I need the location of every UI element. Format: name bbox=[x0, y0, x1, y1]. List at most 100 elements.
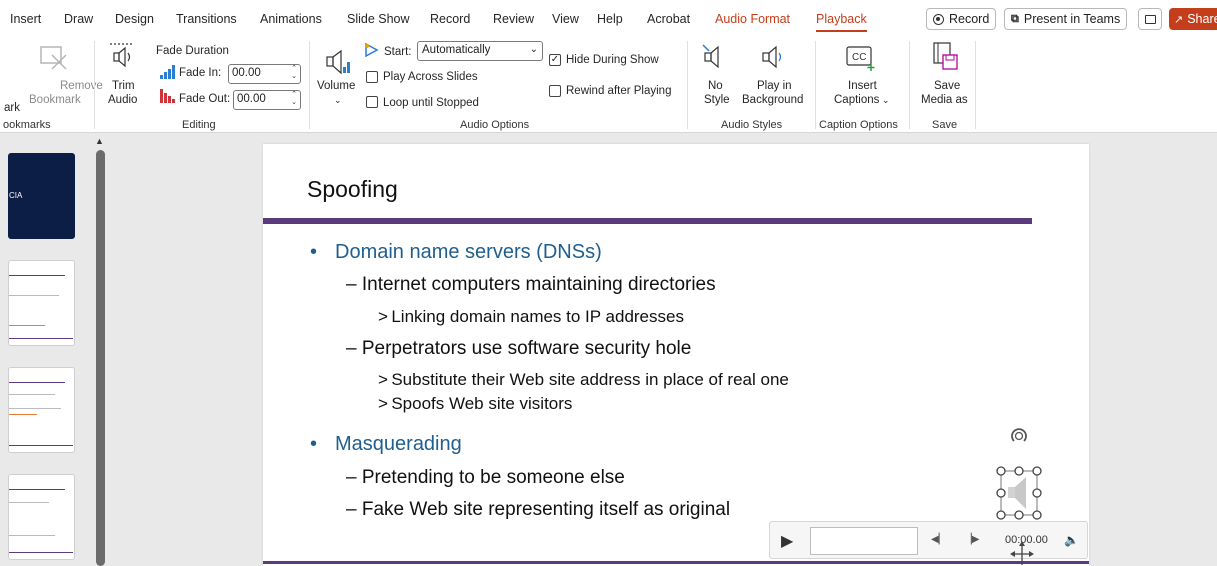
bullet-level-2[interactable]: – Perpetrators use software security hol… bbox=[346, 338, 691, 360]
fade-in-label: Fade In: bbox=[179, 67, 222, 79]
audio-object-selection[interactable] bbox=[993, 427, 1049, 525]
add-bookmark-label[interactable]: ark bbox=[4, 101, 20, 115]
slide-thumbnail[interactable] bbox=[8, 260, 75, 346]
thumbnails-scrollbar[interactable] bbox=[96, 150, 105, 566]
ribbon-tab-row: Insert Draw Design Transitions Animation… bbox=[0, 0, 1217, 37]
no-style-label-1[interactable]: No bbox=[708, 79, 723, 93]
play-across-slides-label[interactable]: Play Across Slides bbox=[383, 70, 478, 84]
hide-during-show-checkbox[interactable]: ✓ bbox=[549, 54, 561, 66]
slide-thumbnail[interactable] bbox=[8, 367, 75, 453]
caption-options-group-label: Caption Options bbox=[819, 119, 898, 131]
bullet-level-1[interactable]: • Domain name servers (DNSs) bbox=[310, 241, 602, 264]
teams-icon: ⧉ bbox=[1011, 12, 1019, 25]
ribbon: ark Remove Bookmark ookmarks Trim Audio … bbox=[0, 37, 1217, 133]
fade-out-icon bbox=[160, 89, 175, 103]
bullet-level-2[interactable]: – Fake Web site representing itself as o… bbox=[346, 499, 730, 521]
record-label: Record bbox=[949, 12, 990, 26]
bullet-level-1[interactable]: • Masquerading bbox=[310, 433, 462, 456]
no-style-label-2[interactable]: Style bbox=[704, 93, 730, 107]
tab-slide-show[interactable]: Slide Show bbox=[347, 12, 410, 26]
insert-captions-label-2[interactable]: Captions bbox=[834, 93, 879, 107]
skip-forward-icon[interactable]: ▕▶ bbox=[964, 534, 979, 545]
tab-record[interactable]: Record bbox=[430, 12, 470, 26]
tab-audio-format[interactable]: Audio Format bbox=[715, 12, 790, 26]
rewind-after-playing-checkbox[interactable] bbox=[549, 85, 561, 97]
tab-transitions[interactable]: Transitions bbox=[176, 12, 237, 26]
start-select[interactable]: Automatically ⌄ bbox=[417, 41, 543, 61]
tab-review[interactable]: Review bbox=[493, 12, 534, 26]
tab-view[interactable]: View bbox=[552, 12, 579, 26]
play-across-slides-checkbox[interactable] bbox=[366, 71, 378, 83]
tab-help[interactable]: Help bbox=[597, 12, 623, 26]
present-in-teams-label: Present in Teams bbox=[1023, 12, 1121, 26]
volume-label[interactable]: Volume bbox=[317, 79, 355, 93]
comment-icon bbox=[1144, 14, 1156, 24]
loop-until-stopped-label[interactable]: Loop until Stopped bbox=[383, 96, 479, 110]
dropdown-chevron-icon: ⌄ bbox=[529, 44, 538, 55]
slide-thumbnail[interactable]: CIA bbox=[8, 153, 75, 239]
audio-volume-icon[interactable]: 🔈 bbox=[1064, 533, 1079, 547]
play-icon[interactable]: ▶ bbox=[781, 531, 793, 551]
trim-audio-label-1[interactable]: Trim bbox=[112, 79, 135, 93]
slide-thumbnails-pane: CIA ▲ bbox=[0, 134, 108, 566]
fade-in-input[interactable]: 00.00 ⌃ ⌄ bbox=[228, 64, 301, 84]
record-button[interactable]: Record bbox=[926, 8, 997, 30]
hide-during-show-label[interactable]: Hide During Show bbox=[566, 53, 659, 67]
play-in-background-label-1[interactable]: Play in bbox=[757, 79, 792, 93]
volume-icon bbox=[326, 49, 350, 75]
bullet-level-2[interactable]: – Internet computers maintaining directo… bbox=[346, 274, 716, 296]
audio-progress-bar[interactable] bbox=[810, 527, 918, 555]
bullet-level-3[interactable]: > Substitute their Web site address in p… bbox=[378, 370, 789, 390]
captions-chevron-icon[interactable]: ⌄ bbox=[882, 93, 890, 107]
share-button[interactable]: ↗ Share bbox=[1169, 8, 1217, 30]
spinner-arrows-icon[interactable]: ⌃ ⌄ bbox=[291, 65, 297, 81]
tab-animations[interactable]: Animations bbox=[260, 12, 322, 26]
remove-bookmark-label-2[interactable]: Bookmark bbox=[29, 93, 81, 107]
slide-thumbnail[interactable] bbox=[8, 474, 75, 560]
fade-out-input[interactable]: 00.00 ⌃ ⌄ bbox=[233, 90, 301, 110]
tab-acrobat[interactable]: Acrobat bbox=[647, 12, 690, 26]
insert-captions-label-1[interactable]: Insert bbox=[848, 79, 877, 93]
remove-bookmark-label-1[interactable]: Remove bbox=[60, 79, 103, 93]
tab-playback[interactable]: Playback bbox=[816, 12, 867, 32]
start-icon bbox=[365, 42, 379, 58]
thumbnail-text: CIA bbox=[9, 191, 23, 200]
bullet-level-3[interactable]: > Linking domain names to IP addresses bbox=[378, 307, 684, 327]
save-media-label-1[interactable]: Save bbox=[934, 79, 960, 93]
present-in-teams-button[interactable]: ⧉ Present in Teams bbox=[1004, 8, 1128, 30]
bullet-marker: • bbox=[310, 433, 318, 455]
tab-draw[interactable]: Draw bbox=[64, 12, 93, 26]
insert-captions-icon: CC bbox=[846, 46, 875, 71]
comments-button[interactable] bbox=[1138, 8, 1162, 30]
volume-chevron-icon[interactable]: ⌄ bbox=[334, 93, 342, 107]
share-label: Share bbox=[1187, 12, 1217, 26]
bullet-level-2[interactable]: – Pretending to be someone else bbox=[346, 467, 625, 489]
tab-design[interactable]: Design bbox=[115, 12, 154, 26]
play-in-background-icon bbox=[762, 45, 782, 69]
remove-bookmark-icon bbox=[40, 46, 67, 70]
fade-in-icon bbox=[160, 65, 175, 79]
slide-title[interactable]: Spoofing bbox=[307, 176, 398, 203]
play-in-background-label-2[interactable]: Background bbox=[742, 93, 803, 107]
fade-out-label: Fade Out: bbox=[179, 93, 231, 105]
trim-audio-label-2[interactable]: Audio bbox=[108, 93, 137, 107]
bullet-text: Domain name servers (DNSs) bbox=[335, 241, 602, 263]
save-media-label-2[interactable]: Media as bbox=[921, 93, 968, 107]
record-icon bbox=[933, 13, 944, 25]
audio-styles-group-label: Audio Styles bbox=[721, 119, 783, 131]
move-handle-icon[interactable] bbox=[1010, 541, 1034, 566]
spinner-arrows-icon[interactable]: ⌃ ⌄ bbox=[291, 91, 297, 107]
bullet-level-3[interactable]: > Spoofs Web site visitors bbox=[378, 394, 572, 414]
fade-in-value: 00.00 bbox=[232, 67, 261, 79]
save-media-icon bbox=[933, 42, 958, 70]
audio-player-controls: ▶ ◀▏ ▕▶ 00:00.00 🔈 bbox=[769, 521, 1088, 559]
rewind-after-playing-label[interactable]: Rewind after Playing bbox=[566, 84, 671, 98]
slide-canvas[interactable]: Spoofing • Domain name servers (DNSs) – I… bbox=[263, 144, 1089, 566]
trim-audio-icon bbox=[110, 43, 134, 68]
loop-until-stopped-checkbox[interactable] bbox=[366, 96, 378, 108]
start-value: Automatically bbox=[422, 44, 491, 56]
scroll-up-arrow-icon[interactable]: ▲ bbox=[95, 136, 104, 146]
skip-back-icon[interactable]: ◀▏ bbox=[931, 534, 946, 545]
tab-insert[interactable]: Insert bbox=[10, 12, 41, 26]
share-icon: ↗ bbox=[1174, 13, 1184, 26]
